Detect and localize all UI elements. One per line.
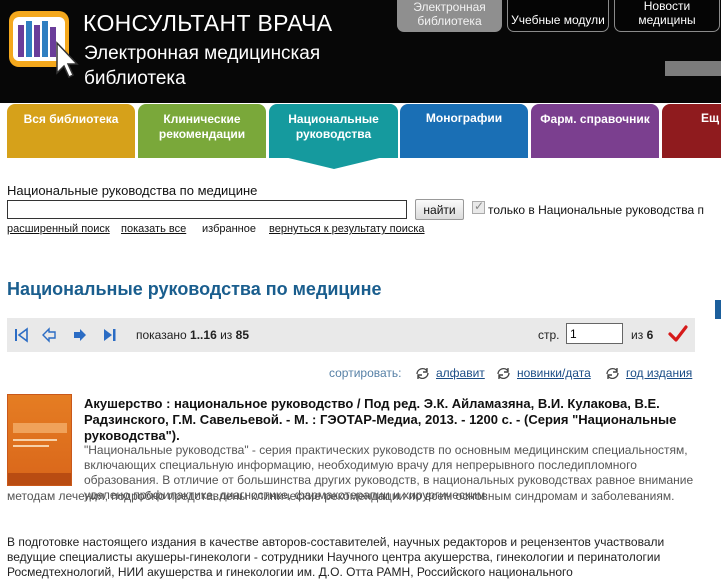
top-nav-news-label: Новости медицины	[638, 0, 696, 27]
tab-monographs-label: Монографии	[425, 111, 503, 125]
top-nav-library[interactable]: Электронная библиотека	[397, 0, 502, 32]
result-description-more: В подготовке настоящего издания в качест…	[7, 535, 665, 579]
tab-all-library[interactable]: Вся библиотека	[7, 104, 135, 158]
page-title: Национальные руководства по медицине	[7, 279, 382, 299]
favorites-label: избранное	[202, 223, 256, 235]
sort-new-date[interactable]: новинки/дата	[517, 366, 591, 380]
tab-pharm-reference-label: Фарм. справочник	[540, 112, 650, 126]
cover-line	[13, 445, 49, 447]
tab-monographs[interactable]: Монографии	[400, 104, 528, 158]
tab-national-guides-label: Национальные руководства	[288, 112, 379, 141]
category-tabs: Вся библиотека Клинические рекомендации …	[0, 103, 721, 158]
tab-all-library-label: Вся библиотека	[23, 112, 119, 126]
header-strip	[665, 61, 721, 76]
site-header: КОНСУЛЬТАНТ ВРАЧА Электронная медицинска…	[0, 0, 721, 103]
tab-national-guides[interactable]: Национальные руководства	[269, 104, 398, 158]
cover-line	[13, 439, 57, 441]
sort-row: сортировать: алфавит новинки/дата год из…	[0, 366, 721, 384]
sort-cycle-icon[interactable]	[604, 366, 621, 381]
search-label: Национальные руководства по медицине	[7, 183, 258, 198]
next-page-icon[interactable]	[72, 327, 88, 343]
top-nav-news[interactable]: Новости медицины	[614, 0, 720, 32]
brand-title: КОНСУЛЬТАНТ ВРАЧА	[83, 10, 333, 36]
sort-year[interactable]: год издания	[626, 366, 692, 380]
page-number-input[interactable]	[566, 323, 623, 344]
results-count: показано 1..16 из 85	[136, 328, 249, 342]
last-page-icon[interactable]	[102, 327, 118, 343]
only-section-checkbox[interactable]	[472, 199, 485, 214]
prev-page-icon[interactable]	[41, 327, 57, 343]
go-checkmark-icon[interactable]	[668, 324, 688, 344]
pagination-bar: показано 1..16 из 85 стр. из 6	[7, 318, 695, 352]
tab-pharm-reference[interactable]: Фарм. справочник	[531, 104, 659, 158]
search-button[interactable]: найти	[415, 199, 464, 220]
pages-of: из	[631, 328, 644, 342]
top-nav-library-label: Электронная библиотека	[413, 0, 486, 28]
library-books-icon[interactable]	[7, 7, 79, 79]
brand-subtitle: Электронная медицинская библиотека	[84, 43, 321, 89]
top-nav-modules-label: Учебные модули	[511, 13, 605, 27]
sort-label: сортировать:	[329, 366, 402, 380]
top-nav-modules[interactable]: Учебные модули	[507, 0, 609, 32]
tab-more-label: Ещ	[701, 111, 720, 125]
cover-bottom	[8, 473, 71, 485]
shown-range: 1..16	[190, 328, 217, 342]
pages-total-value: 6	[646, 328, 654, 342]
page-label: стр.	[538, 328, 560, 342]
tab-more[interactable]: Ещ	[662, 104, 721, 158]
shown-prefix: показано	[136, 328, 187, 342]
cover-band	[13, 423, 67, 433]
shown-of: из	[220, 328, 233, 342]
advanced-search-link[interactable]: расширенный поиск	[7, 223, 110, 235]
tab-clinical-guidelines[interactable]: Клинические рекомендации	[138, 104, 266, 158]
search-input[interactable]	[7, 200, 407, 219]
shown-total: 85	[235, 328, 250, 342]
active-tab-pointer	[276, 155, 392, 169]
pages-total: из 6	[631, 328, 653, 342]
result-description-cont: методам лечения, подробно представлены к…	[7, 489, 675, 503]
result-title-link[interactable]: Акушерство : национальное руководство / …	[84, 396, 704, 444]
show-all-link[interactable]: показать все	[121, 223, 186, 235]
side-tab-marker[interactable]	[715, 300, 721, 319]
first-page-icon[interactable]	[13, 327, 29, 343]
back-to-results-link[interactable]: вернуться к результату поиска	[269, 223, 425, 235]
sort-cycle-icon[interactable]	[495, 366, 512, 381]
sort-alphabet[interactable]: алфавит	[436, 366, 485, 380]
tab-clinical-guidelines-label: Клинические рекомендации	[158, 112, 246, 141]
sort-cycle-icon[interactable]	[414, 366, 431, 381]
only-section-label: только в Национальные руководства п	[488, 203, 705, 217]
book-cover-image[interactable]	[7, 394, 72, 486]
